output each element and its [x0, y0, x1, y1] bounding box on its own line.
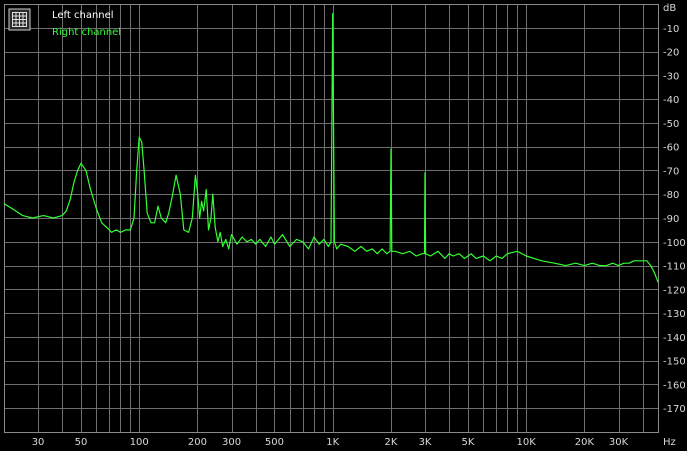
y-tick-label: -100 [663, 238, 686, 249]
y-tick-label: -40 [663, 95, 679, 106]
x-tick-label: 30K [609, 437, 629, 448]
plot-background [0, 0, 687, 451]
x-tick-label: 20K [575, 437, 595, 448]
y-unit-label: dB [663, 3, 676, 14]
x-tick-label: 10K [517, 437, 537, 448]
x-tick-label: 2K [384, 437, 397, 448]
y-tick-label: -10 [663, 24, 679, 35]
y-tick-label: -20 [663, 48, 679, 59]
y-tick-label: -90 [663, 214, 679, 225]
y-tick-label: -70 [663, 166, 679, 177]
x-tick-label: 3K [419, 437, 432, 448]
x-tick-label: 5K [461, 437, 474, 448]
y-tick-label: -80 [663, 190, 679, 201]
y-tick-label: -60 [663, 143, 679, 154]
y-tick-label: -110 [663, 262, 686, 273]
x-tick-label: 300 [222, 437, 241, 448]
x-tick-label: 1K [326, 437, 339, 448]
y-tick-label: -150 [663, 357, 686, 368]
y-tick-label: -30 [663, 71, 679, 82]
x-tick-label: 30 [32, 437, 45, 448]
y-tick-label: -160 [663, 380, 686, 391]
y-tick-label: -50 [663, 119, 679, 130]
x-tick-label: 500 [265, 437, 284, 448]
spectrum-chart: 30 50 100 200 300 500 1K 2K 3K 5K 10K 20K 30K -10 -20… [0, 0, 687, 451]
y-tick-label: -130 [663, 309, 686, 320]
legend-toggle-button[interactable] [8, 8, 31, 31]
y-tick-label: -140 [663, 333, 686, 344]
legend-entry-right-channel: Right channel [52, 27, 121, 38]
x-tick-label: 100 [130, 437, 149, 448]
x-tick-label: 200 [188, 437, 207, 448]
y-tick-label: -170 [663, 404, 686, 415]
y-tick-label: -120 [663, 285, 686, 296]
x-tick-label: 50 [75, 437, 88, 448]
legend-entry-left-channel: Left channel [52, 10, 114, 21]
x-unit-label: Hz [663, 437, 676, 448]
